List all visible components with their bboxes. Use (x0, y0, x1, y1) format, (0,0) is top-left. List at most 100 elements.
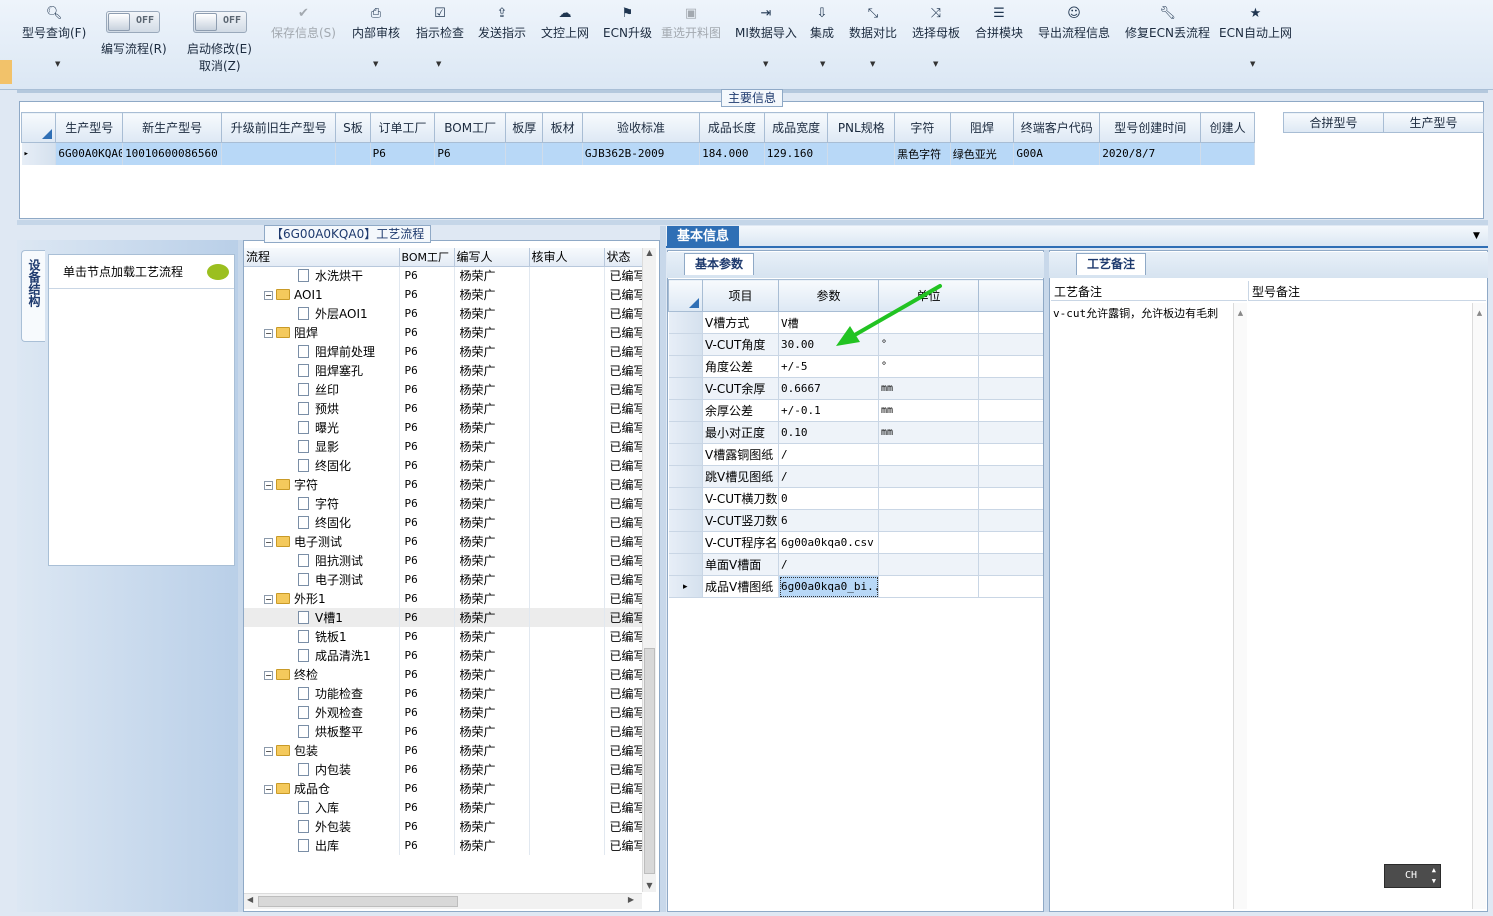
mi-data-import-button[interactable]: ⇥ MI数据导入 (735, 6, 797, 41)
main-cell-14[interactable]: G00A (1013, 142, 1101, 165)
tree-row[interactable]: 入库 P6 杨荣广 已编写 (244, 798, 644, 817)
main-cell-13[interactable]: 绿色亚光 (950, 142, 1015, 165)
write-flow-toggle[interactable]: OFF (106, 11, 160, 33)
chevron-down-icon[interactable]: ▼ (1250, 60, 1255, 68)
tree-row[interactable]: 外包装 P6 杨荣广 已编写 (244, 817, 644, 836)
save-info-button[interactable]: ✔ 保存信息(S) (271, 6, 336, 41)
col-status[interactable]: 状态 (604, 248, 644, 267)
main-cell-6[interactable] (505, 142, 544, 165)
param-row[interactable]: 余厚公差 +/-0.1 mm (668, 399, 1043, 422)
internal-review-button[interactable]: ⎙ 内部审核 (352, 6, 400, 41)
tree-row[interactable]: 内包装 P6 杨荣广 已编写 (244, 760, 644, 779)
tree-row[interactable]: − 阻焊 P6 杨荣广 已编写 (244, 323, 644, 342)
tree-row[interactable]: 终固化 P6 杨荣广 已编写 (244, 456, 644, 475)
param-value[interactable]: 0 (778, 487, 879, 510)
col-item[interactable]: 项目 (702, 279, 779, 312)
send-instruction-button[interactable]: ⇪ 发送指示 (478, 6, 526, 41)
tree-row[interactable]: 烘板整平 P6 杨荣广 已编写 (244, 722, 644, 741)
tree-row[interactable]: − 外形1 P6 杨荣广 已编写 (244, 589, 644, 608)
tree-row[interactable]: − 包装 P6 杨荣广 已编写 (244, 741, 644, 760)
merge-module-button[interactable]: ☰ 合拼模块 (975, 6, 1023, 41)
param-row[interactable]: V-CUT竖刀数 6 (668, 509, 1043, 532)
tree-row[interactable]: 出库 P6 杨荣广 已编写 (244, 836, 644, 855)
param-row[interactable]: 最小对正度 0.10 mm (668, 421, 1043, 444)
param-row[interactable]: 单面V槽面 / (668, 553, 1043, 576)
param-value[interactable]: 0.6667 (778, 377, 879, 400)
main-col-2[interactable]: 升级前旧生产型号 (221, 112, 337, 143)
instruction-check-button[interactable]: ☑ 指示检查 (416, 6, 464, 41)
main-col-12[interactable]: 字符 (894, 112, 951, 143)
main-col-13[interactable]: 阻焊 (949, 112, 1015, 143)
main-cell-2[interactable] (221, 142, 337, 165)
main-cell-9[interactable]: 184.000 (699, 142, 765, 165)
main-col-15[interactable]: 型号创建时间 (1099, 112, 1202, 143)
tree-row[interactable]: − 字符 P6 杨荣广 已编写 (244, 475, 644, 494)
tree-row[interactable]: 曝光 P6 杨荣广 已编写 (244, 418, 644, 437)
param-row[interactable]: V槽露铜图纸 / (668, 443, 1043, 466)
main-cell-4[interactable]: P6 (370, 142, 436, 165)
production-model-header[interactable]: 生产型号 (1383, 112, 1484, 133)
chevron-down-icon[interactable]: ▼ (373, 60, 378, 68)
cancel-edit-button[interactable]: 取消(Z) (199, 57, 241, 74)
main-col-4[interactable]: 订单工厂 (369, 112, 436, 143)
main-col-11[interactable]: PNL规格 (827, 112, 896, 143)
tree-row[interactable]: − 终检 P6 杨荣广 已编写 (244, 665, 644, 684)
main-cell-0[interactable]: 6G00A0KQA0 (55, 142, 124, 165)
ecn-auto-online-button[interactable]: ★ ECN自动上网 (1219, 6, 1292, 41)
tree-row[interactable]: 成品清洗1 P6 杨荣广 已编写 (244, 646, 644, 665)
reselect-cutting-image-button[interactable]: ▣ 重选开料图 (661, 6, 721, 41)
equipment-structure-tab[interactable]: 设备结构 (21, 250, 45, 342)
col-writer[interactable]: 编写人 (454, 248, 530, 267)
main-col-0[interactable]: 生产型号 (55, 112, 124, 143)
param-value[interactable]: +/-0.1 (778, 399, 879, 422)
repair-ecn-flow-button[interactable]: 🔧︎ 修复ECN丢流程 (1125, 6, 1210, 41)
col-bom-factory[interactable]: BOM工厂 (399, 248, 455, 267)
collapse-icon[interactable]: − (264, 329, 273, 338)
tree-row[interactable]: V槽1 P6 杨荣广 已编写 (244, 608, 644, 627)
collapse-icon[interactable]: − (264, 671, 273, 680)
main-col-6[interactable]: 板厚 (505, 112, 544, 143)
main-cell-1[interactable]: 10010600086560 (122, 142, 223, 165)
param-value[interactable]: / (778, 553, 879, 576)
param-row[interactable]: V-CUT横刀数 0 (668, 487, 1043, 510)
param-row[interactable]: 跳V槽见图纸 / (668, 465, 1043, 488)
param-value[interactable]: 0.10 (778, 421, 879, 444)
model-remark-scrollbar[interactable]: ▲ (1472, 303, 1486, 909)
main-col-3[interactable]: S板 (335, 112, 371, 143)
main-col-16[interactable]: 创建人 (1200, 112, 1255, 143)
tree-row[interactable]: 预烘 P6 杨荣广 已编写 (244, 399, 644, 418)
tree-row[interactable]: 外观检查 P6 杨荣广 已编写 (244, 703, 644, 722)
param-value[interactable]: / (778, 465, 879, 488)
col-flow[interactable]: 流程 (244, 248, 400, 267)
tree-row[interactable]: 字符 P6 杨荣广 已编写 (244, 494, 644, 513)
tree-row[interactable]: − 成品仓 P6 杨荣广 已编写 (244, 779, 644, 798)
main-cell-15[interactable]: 2020/8/7 (1099, 142, 1202, 165)
main-cell-3[interactable] (335, 142, 371, 165)
chevron-down-icon[interactable]: ▼ (933, 60, 938, 68)
main-cell-5[interactable]: P6 (434, 142, 507, 165)
select-mother-board-button[interactable]: ⤨ 选择母板 (912, 6, 960, 41)
main-col-14[interactable]: 终端客户代码 (1013, 112, 1101, 143)
tree-row[interactable]: − AOI1 P6 杨荣广 已编写 (244, 285, 644, 304)
collapse-icon[interactable]: − (264, 538, 273, 547)
chevron-down-icon[interactable]: ▼ (870, 60, 875, 68)
main-cell-7[interactable] (542, 142, 583, 165)
tree-row[interactable]: 阻焊塞孔 P6 杨荣广 已编写 (244, 361, 644, 380)
tree-row[interactable]: − 电子测试 P6 杨荣广 已编写 (244, 532, 644, 551)
main-cell-16[interactable] (1200, 142, 1255, 165)
chevron-down-icon[interactable]: ▼ (820, 60, 825, 68)
param-value[interactable]: / (778, 443, 879, 466)
process-vertical-scrollbar[interactable]: ▲ ▼ (642, 248, 656, 892)
ime-indicator[interactable]: CH ▲ ▼ (1384, 864, 1441, 888)
param-value[interactable]: +/-5 (778, 355, 879, 378)
tree-row[interactable]: 水洗烘干 P6 杨荣广 已编写 (244, 266, 644, 285)
collapse-icon[interactable]: − (264, 481, 273, 490)
param-value[interactable]: 6 (778, 509, 879, 532)
tree-row[interactable]: 丝印 P6 杨荣广 已编写 (244, 380, 644, 399)
dropdown-arrow-icon[interactable]: ▼ (1473, 231, 1480, 241)
chevron-down-icon[interactable]: ▼ (55, 60, 60, 68)
process-remark-textarea[interactable]: v-cut允许露铜，允许板边有毛刺 (1051, 303, 1233, 907)
tree-row[interactable]: 终固化 P6 杨荣广 已编写 (244, 513, 644, 532)
param-value[interactable]: 6g00a0kqa0.csv (778, 531, 879, 554)
tab-basic-params[interactable]: 基本参数 (684, 253, 755, 275)
